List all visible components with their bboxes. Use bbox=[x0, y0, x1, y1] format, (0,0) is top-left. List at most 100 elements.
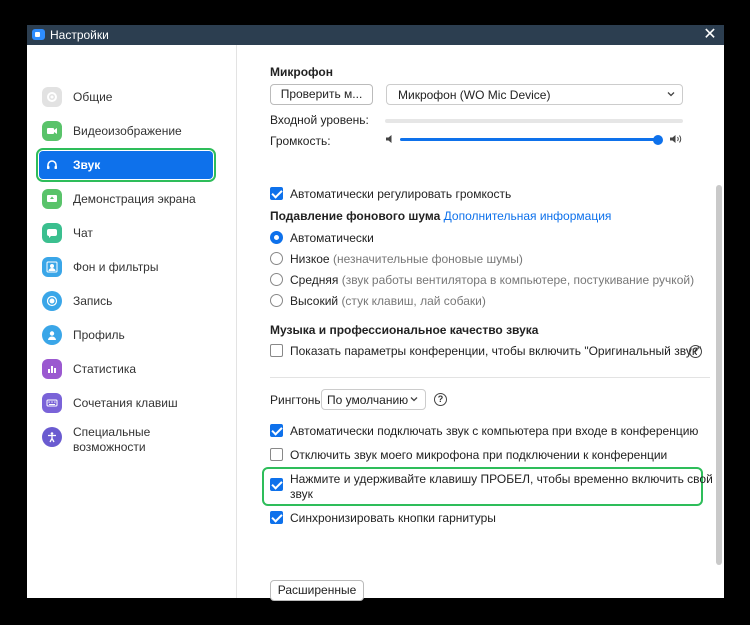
checkbox-box[interactable] bbox=[270, 187, 283, 200]
noise-option-low[interactable]: Низкое (незначительные фоновые шумы) bbox=[270, 251, 570, 267]
sidebar-item-screen-share[interactable]: Демонстрация экрана bbox=[39, 185, 213, 213]
volume-low-icon bbox=[386, 135, 392, 143]
sidebar-item-label: Звук bbox=[73, 158, 101, 172]
ringtone-value: По умолчанию bbox=[327, 393, 409, 407]
checkbox-label-line1: Нажмите и удерживайте клавишу ПРОБЕЛ, чт… bbox=[290, 472, 713, 486]
keyboard-icon bbox=[42, 393, 62, 413]
sidebar: Общие Видеоизображение Звук Демонстрация… bbox=[27, 45, 237, 598]
sidebar-item-profile[interactable]: Профиль bbox=[39, 321, 213, 349]
sidebar-item-statistics[interactable]: Статистика bbox=[39, 355, 213, 383]
noise-suppression-title-text: Подавление фонового шума bbox=[270, 209, 441, 223]
sidebar-item-video[interactable]: Видеоизображение bbox=[39, 117, 213, 145]
radio-label-text: Высокий bbox=[290, 294, 339, 308]
title-bar: Настройки ✕ bbox=[27, 25, 724, 45]
radio-label: Автоматически bbox=[290, 231, 374, 245]
sidebar-item-label: Демонстрация экрана bbox=[73, 192, 196, 206]
original-sound-checkbox[interactable]: Показать параметры конференции, чтобы вк… bbox=[270, 343, 701, 359]
headphones-icon bbox=[42, 155, 62, 175]
profile-icon bbox=[42, 325, 62, 345]
checkbox-box[interactable] bbox=[270, 424, 283, 437]
sidebar-item-label: Специальные возможности bbox=[73, 425, 151, 454]
radio-button[interactable] bbox=[270, 231, 283, 244]
checkbox-label: Автоматически регулировать громкость bbox=[290, 187, 512, 201]
noise-option-high[interactable]: Высокий (стук клавиш, лай собаки) bbox=[270, 293, 570, 309]
volume-high-icon bbox=[670, 135, 682, 143]
section-divider bbox=[270, 377, 710, 378]
sidebar-item-label: Общие bbox=[73, 90, 113, 104]
sidebar-item-keyboard-shortcuts[interactable]: Сочетания клавиш bbox=[39, 389, 213, 417]
radio-label-text: Низкое bbox=[290, 252, 330, 266]
checkbox-box[interactable] bbox=[270, 448, 283, 461]
window-title: Настройки bbox=[50, 28, 109, 42]
checkbox-label: Отключить звук моего микрофона при подкл… bbox=[290, 448, 668, 462]
sidebar-item-label: Профиль bbox=[73, 328, 125, 342]
more-info-link[interactable]: Дополнительная информация bbox=[444, 209, 612, 223]
help-icon[interactable]: ? bbox=[434, 393, 447, 406]
sync-headset-buttons-checkbox[interactable]: Синхронизировать кнопки гарнитуры bbox=[270, 510, 590, 526]
record-icon bbox=[42, 291, 62, 311]
microphone-section-title: Микрофон bbox=[270, 65, 333, 79]
sidebar-item-label: Сочетания клавиш bbox=[73, 396, 178, 410]
advanced-button[interactable]: Расширенные bbox=[270, 580, 364, 601]
sidebar-item-label: Статистика bbox=[73, 362, 137, 376]
chevron-down-icon bbox=[667, 92, 675, 97]
sidebar-item-label: Чат bbox=[73, 226, 93, 240]
volume-slider-thumb[interactable] bbox=[653, 135, 663, 145]
test-microphone-button[interactable]: Проверить м... bbox=[270, 84, 373, 105]
noise-option-medium[interactable]: Средняя (звук работы вентилятора в компь… bbox=[270, 272, 694, 288]
radio-button[interactable] bbox=[270, 273, 283, 286]
ringtone-select[interactable]: По умолчанию bbox=[321, 389, 426, 410]
gear-icon bbox=[42, 87, 62, 107]
zoom-app-icon bbox=[32, 29, 45, 40]
radio-button[interactable] bbox=[270, 252, 283, 265]
radio-button[interactable] bbox=[270, 294, 283, 307]
checkbox-box[interactable] bbox=[270, 344, 283, 357]
scrollbar[interactable] bbox=[716, 125, 722, 565]
noise-option-auto[interactable]: Автоматически bbox=[270, 230, 470, 246]
radio-label: Высокий (стук клавиш, лай собаки) bbox=[290, 294, 486, 308]
sidebar-item-accessibility[interactable]: Специальные возможности bbox=[39, 423, 213, 457]
radio-hint: (незначительные фоновые шумы) bbox=[332, 252, 523, 266]
radio-label: Низкое (незначительные фоновые шумы) bbox=[290, 252, 523, 266]
accessibility-icon bbox=[42, 427, 62, 447]
checkbox-label: Показать параметры конференции, чтобы вк… bbox=[290, 344, 702, 358]
auto-join-audio-checkbox[interactable]: Автоматически подключать звук с компьюте… bbox=[270, 423, 698, 439]
checkbox-label: Синхронизировать кнопки гарнитуры bbox=[290, 511, 496, 525]
sidebar-item-background-filters[interactable]: Фон и фильтры bbox=[39, 253, 213, 281]
checkbox-box[interactable] bbox=[270, 478, 283, 491]
scrollbar-thumb[interactable] bbox=[716, 185, 722, 565]
sidebar-item-label: Фон и фильтры bbox=[73, 260, 159, 274]
volume-label: Громкость: bbox=[270, 134, 331, 148]
radio-hint: (стук клавиш, лай собаки) bbox=[341, 294, 486, 308]
noise-suppression-title: Подавление фонового шума Дополнительная … bbox=[270, 209, 611, 223]
statistics-icon bbox=[42, 359, 62, 379]
sidebar-item-label: Видеоизображение bbox=[73, 124, 182, 138]
help-icon[interactable]: ? bbox=[689, 345, 702, 358]
screen-share-icon bbox=[42, 189, 62, 209]
chat-icon bbox=[42, 223, 62, 243]
sidebar-item-recording[interactable]: Запись bbox=[39, 287, 213, 315]
sidebar-item-general[interactable]: Общие bbox=[39, 83, 213, 111]
push-to-talk-checkbox[interactable]: Нажмите и удерживайте клавишу ПРОБЕЛ, чт… bbox=[270, 471, 713, 503]
auto-adjust-volume-checkbox[interactable]: Автоматически регулировать громкость bbox=[270, 186, 590, 202]
radio-label-text: Автоматически bbox=[290, 231, 374, 245]
radio-hint: (звук работы вентилятора в компьютере, п… bbox=[341, 273, 695, 287]
checkbox-box[interactable] bbox=[270, 511, 283, 524]
radio-label-text: Средняя bbox=[290, 273, 339, 287]
chevron-down-icon bbox=[410, 397, 418, 402]
settings-window: Настройки ✕ Общие Видеоизображение Звук bbox=[27, 25, 724, 601]
sidebar-item-label: Запись bbox=[73, 294, 113, 308]
volume-slider-track[interactable] bbox=[400, 138, 660, 141]
camera-icon bbox=[42, 121, 62, 141]
sidebar-item-chat[interactable]: Чат bbox=[39, 219, 213, 247]
ringtones-label: Рингтоны bbox=[270, 393, 323, 407]
checkbox-label-line2: звук bbox=[290, 487, 313, 501]
mute-mic-on-join-checkbox[interactable]: Отключить звук моего микрофона при подкл… bbox=[270, 447, 690, 463]
sidebar-item-audio[interactable]: Звук bbox=[36, 148, 216, 182]
microphone-device-select[interactable]: Микрофон (WO Mic Device) bbox=[386, 84, 683, 105]
microphone-device-value: Микрофон (WO Mic Device) bbox=[398, 88, 551, 102]
close-icon[interactable]: ✕ bbox=[702, 25, 718, 45]
music-section-title: Музыка и профессиональное качество звука bbox=[270, 323, 539, 337]
audio-settings-panel: Микрофон Проверить м... Микрофон (WO Mic… bbox=[238, 45, 724, 601]
radio-label: Средняя (звук работы вентилятора в компь… bbox=[290, 273, 694, 287]
